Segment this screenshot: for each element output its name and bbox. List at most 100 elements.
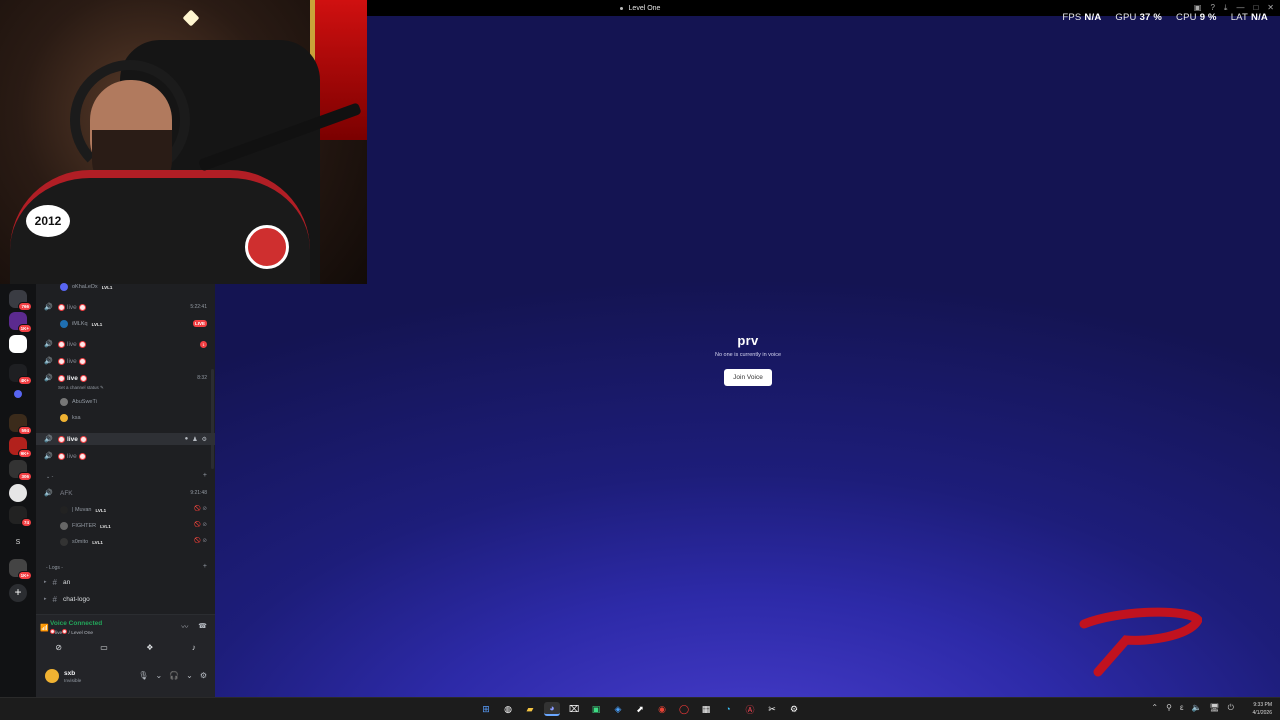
power-icon[interactable]: ⏻ [1228, 703, 1234, 713]
chevron-up-icon[interactable]: ⌃ [1151, 703, 1158, 713]
voice-channel[interactable]: 🔊 live 5:22:41 [36, 301, 215, 313]
app-icon[interactable]: ◈ [610, 702, 626, 716]
voice-channel[interactable]: 🔊 live 1 [36, 338, 215, 350]
speaker-icon: 🔊 [44, 341, 53, 348]
chevron-down-icon[interactable]: ⌄ [155, 671, 162, 680]
server-folder-icon[interactable] [14, 390, 22, 398]
voice-member[interactable]: s0mito LVL1 [60, 536, 103, 548]
server-icon[interactable]: 594 [9, 414, 32, 435]
start-icon[interactable]: ⊞ [478, 702, 494, 716]
channel-timer: 5:22:41 [190, 304, 207, 310]
channel-title: prv [737, 333, 759, 348]
voice-actions: 〰 ☎ [181, 622, 207, 632]
voice-connected-channel[interactable]: live / Level One [50, 629, 93, 636]
server-icon[interactable]: 766 [9, 290, 32, 311]
settings-icon[interactable]: ⚙ [200, 671, 207, 680]
file-explorer-icon[interactable]: ▰ [522, 702, 538, 716]
voice-member[interactable]: FIGHTER LVL1 [60, 520, 111, 532]
channel-actions: ● ♟ ⚙ [185, 436, 207, 443]
voice-channel[interactable]: 🔊 live ● ♟ ⚙ [36, 433, 215, 445]
server-icon[interactable]: 9K+ [9, 437, 32, 458]
server-bar: 766 1K+ 4K+ 594 9K+ 306 74 S 1K+ + [0, 284, 36, 697]
speaker-icon: 🔊 [44, 375, 53, 382]
server-icon[interactable]: 306 [9, 460, 32, 481]
voice-channel[interactable]: 🔊 live [36, 450, 215, 462]
user-name[interactable]: sxb [64, 670, 75, 677]
voice-channel[interactable]: 🔊 live 8:32 [36, 372, 215, 384]
record-icon [58, 340, 65, 348]
network-icon[interactable]: 🖥 [1210, 703, 1220, 713]
camera-off-icon[interactable]: ⊘ [55, 643, 62, 652]
muted-deafened-icons: 🚫 ⊘ [194, 522, 207, 528]
record-icon [58, 303, 65, 311]
bluetooth-icon[interactable]: ⚲ [1166, 703, 1172, 713]
chrome-icon[interactable]: ◉ [654, 702, 670, 716]
capture-icon[interactable]: ⌧ [566, 702, 582, 716]
level-badge: LVL1 [95, 507, 107, 513]
channel-status[interactable]: Set a channel status ✎ [58, 385, 104, 391]
opera-icon[interactable]: ◯ [676, 702, 692, 716]
voice-member[interactable]: iMLKq LVL1 [60, 318, 102, 330]
add-channel-icon[interactable]: + [203, 563, 207, 570]
headphones-icon[interactable]: 🎧 [169, 671, 179, 680]
server-icon[interactable]: 4K+ [9, 364, 32, 385]
taskbar-apps: ⊞ ◍ ▰ ◕ ⌧ ▣ ◈ ⬈ ◉ ◯ ▦ ◔ Ⓐ ✂ ⚙ [478, 702, 802, 716]
voice-member[interactable]: oKhaLeDx LVL1 [60, 281, 112, 293]
edge-icon[interactable]: ◔ [720, 702, 736, 716]
copilot-icon[interactable]: ◍ [500, 702, 516, 716]
activities-icon[interactable]: ❖ [146, 643, 153, 652]
volume-icon[interactable]: 🔈 [1192, 703, 1202, 713]
category-logs[interactable]: - Logs - [46, 565, 63, 571]
microphone-icon[interactable]: 🎙 [138, 671, 148, 680]
voice-connected-label[interactable]: Voice Connected [50, 620, 102, 627]
text-channel[interactable]: ▸ # an [44, 575, 70, 589]
taskbar-clock[interactable]: 9:33 PM 4/1/2026 [1253, 701, 1272, 717]
disconnect-icon[interactable]: ☎ [198, 622, 207, 632]
discord-icon[interactable]: ◕ [544, 702, 560, 716]
stat-fps: FPS N/A [1062, 12, 1102, 23]
add-server-button[interactable]: + [9, 584, 27, 602]
join-voice-button[interactable]: Join Voice [724, 369, 772, 386]
avatar[interactable] [45, 669, 59, 683]
settings-icon[interactable]: ⚙ [786, 702, 802, 716]
voice-channel-afk[interactable]: 🔊 AFK 9:21:48 [36, 487, 215, 499]
language-icon[interactable]: ε [1180, 703, 1184, 713]
hash-icon: # [52, 594, 57, 604]
speaker-icon: 🔊 [44, 304, 53, 311]
noise-suppression-icon[interactable]: 〰 [181, 622, 188, 632]
brand-logo [1079, 607, 1202, 677]
invite-icon[interactable]: ♟ [192, 436, 197, 443]
valorant-icon[interactable]: Ⓐ [742, 702, 758, 716]
voice-member[interactable]: ksa [60, 412, 81, 424]
voice-buttons: ⊘ ▭ ❖ ♪ [36, 643, 215, 652]
server-icon[interactable]: 1K+ [9, 559, 32, 580]
steam-icon[interactable]: ⬈ [632, 702, 648, 716]
empty-voice-panel: prv No one is currently in voice Join Vo… [690, 333, 806, 386]
close-button[interactable]: ✕ [1267, 3, 1274, 13]
chat-icon[interactable]: ● [185, 436, 189, 443]
title-dot-icon [619, 6, 623, 10]
member-name: ksa [72, 415, 81, 421]
capcut-icon[interactable]: ✂ [764, 702, 780, 716]
voice-member[interactable]: AbuSweTi [60, 396, 97, 408]
app-icon[interactable]: ▦ [698, 702, 714, 716]
voice-member[interactable]: | Muvan LVL1 [60, 504, 106, 516]
server-icon[interactable]: 74 [9, 506, 32, 527]
server-icon[interactable] [9, 335, 27, 353]
user-panel: sxb Invisible 🎙 ⌄ 🎧 ⌄ ⚙ [36, 657, 215, 697]
avatar [60, 398, 68, 406]
server-icon[interactable]: S [9, 534, 27, 552]
record-icon [79, 374, 87, 382]
app-icon[interactable]: ▣ [588, 702, 604, 716]
server-icon[interactable]: 1K+ [9, 312, 32, 333]
voice-channel[interactable]: 🔊 live [36, 355, 215, 367]
chevron-down-icon[interactable]: ⌄ [186, 671, 193, 680]
signal-icon[interactable]: 📶 [40, 624, 49, 632]
screen-share-icon[interactable]: ▭ [100, 643, 108, 652]
server-icon-selected[interactable] [9, 484, 27, 502]
add-channel-icon[interactable]: + [203, 472, 207, 479]
soundboard-icon[interactable]: ♪ [192, 643, 196, 652]
text-channel[interactable]: ▸ # chat-logo [44, 592, 90, 606]
settings-icon[interactable]: ⚙ [202, 436, 207, 443]
record-icon [78, 340, 86, 348]
